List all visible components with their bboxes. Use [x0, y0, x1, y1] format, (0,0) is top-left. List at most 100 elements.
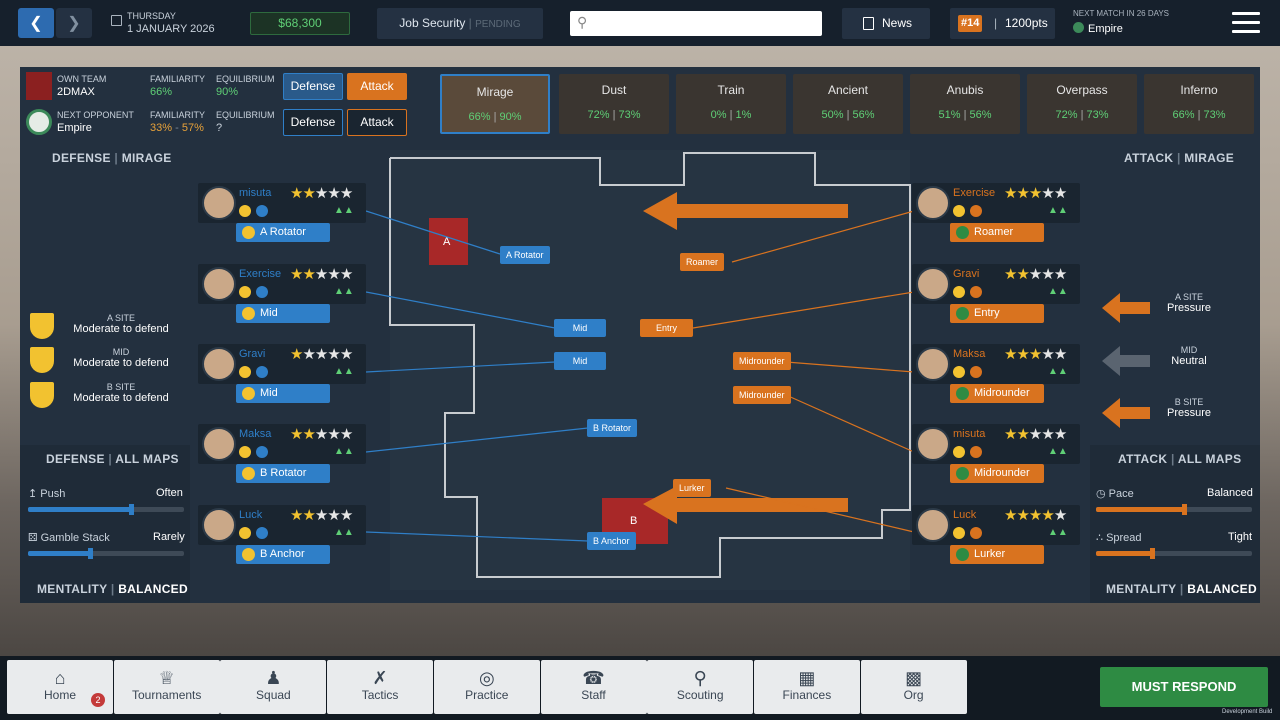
map-pin-midrounder-2[interactable]: Midrounder — [733, 386, 791, 404]
defense-player-card[interactable]: Luck ★★★★★ ▲▲ — [198, 505, 366, 545]
player-name[interactable]: misuta — [239, 187, 271, 199]
defense-role-selector[interactable]: B Anchor — [236, 545, 330, 564]
player-name[interactable]: Luck — [239, 509, 262, 521]
site-label: MID — [112, 347, 130, 357]
trait-icon — [953, 446, 965, 458]
trait-icon — [970, 446, 982, 458]
attack-role-selector[interactable]: Midrounder — [950, 384, 1044, 403]
defense-role-selector[interactable]: Mid — [236, 304, 330, 323]
attack-player-card[interactable]: misuta ★★★★★ ▲▲ — [912, 424, 1080, 464]
map-pin-a-rotator[interactable]: A Rotator — [500, 246, 550, 264]
defense-role-selector[interactable]: B Rotator — [236, 464, 330, 483]
player-avatar — [916, 508, 950, 542]
attack-player-card[interactable]: Gravi ★★★★★ ▲▲ — [912, 264, 1080, 304]
player-name[interactable]: misuta — [953, 428, 985, 440]
site-value: Moderate to defend — [73, 323, 169, 335]
attack-role-selector[interactable]: Entry — [950, 304, 1044, 323]
player-name[interactable]: Exercise — [239, 268, 281, 280]
spread-slider[interactable] — [1096, 548, 1252, 559]
thumbs-up-icon: ▲▲ — [1048, 286, 1068, 297]
defense-all-maps-title: DEFENSE | ALL MAPS — [46, 452, 179, 466]
attack-player-card[interactable]: Luck ★★★★★ ▲▲ — [912, 505, 1080, 545]
trait-icon — [970, 527, 982, 539]
attack-player-card[interactable]: Maksa ★★★★★ ▲▲ — [912, 344, 1080, 384]
nav-practice[interactable]: ◎ Practice — [433, 660, 540, 714]
rating-stars: ★★★★★ — [290, 185, 353, 202]
defense-role-selector[interactable]: Mid — [236, 384, 330, 403]
spread-setting: ∴ Spread — [1096, 531, 1142, 544]
defense-role-selector[interactable]: A Rotator — [236, 223, 330, 242]
push-value: Often — [156, 487, 183, 499]
thumbs-up-icon: ▲▲ — [1048, 205, 1068, 216]
player-name[interactable]: Exercise — [953, 187, 995, 199]
role-icon — [956, 467, 969, 480]
nav-label: Scouting — [676, 688, 724, 702]
nav-scouting[interactable]: ⚲ Scouting — [647, 660, 754, 714]
attack-role-selector[interactable]: Midrounder — [950, 464, 1044, 483]
spread-icon: ∴ — [1096, 532, 1103, 544]
player-avatar — [916, 186, 950, 220]
defense-player-card[interactable]: Gravi ★★★★★ ▲▲ — [198, 344, 366, 384]
pace-slider[interactable] — [1096, 504, 1252, 515]
pace-setting: ◷ Pace — [1096, 487, 1134, 500]
role-icon — [956, 548, 969, 561]
map-pin-b-rotator[interactable]: B Rotator — [587, 419, 638, 437]
trait-icon — [256, 286, 268, 298]
attack-mentality[interactable]: MENTALITY | BALANCED — [1106, 582, 1257, 596]
map-pin-b-anchor[interactable]: B Anchor — [587, 532, 636, 550]
map-pin-roamer[interactable]: Roamer — [680, 253, 725, 271]
trait-icon — [970, 205, 982, 217]
player-avatar — [202, 427, 236, 461]
nav-tournaments[interactable]: ♕ Tournaments — [113, 660, 220, 714]
thumbs-up-icon: ▲▲ — [1048, 446, 1068, 457]
site-value: Pressure — [1166, 407, 1212, 419]
nav-org[interactable]: ▩ Org — [860, 660, 967, 714]
player-name[interactable]: Maksa — [239, 428, 271, 440]
money-icon: ▦ — [798, 668, 816, 688]
map-pin-midrounder-1[interactable]: Midrounder — [733, 352, 791, 370]
map-overlay — [365, 150, 915, 590]
defense-player-card[interactable]: Exercise ★★★★★ ▲▲ — [198, 264, 366, 304]
attack-role-selector[interactable]: Lurker — [950, 545, 1044, 564]
player-avatar — [916, 347, 950, 381]
defense-mentality-value: BALANCED — [118, 582, 188, 596]
defense-player-card[interactable]: Maksa ★★★★★ ▲▲ — [198, 424, 366, 464]
pace-label: Pace — [1108, 488, 1134, 500]
map-pin-mid-1[interactable]: Mid — [554, 319, 606, 337]
role-icon — [956, 307, 969, 320]
map-pin-mid-2[interactable]: Mid — [554, 352, 606, 370]
player-name[interactable]: Gravi — [239, 348, 265, 360]
attack-player-card[interactable]: Exercise ★★★★★ ▲▲ — [912, 183, 1080, 223]
map-pin-entry[interactable]: Entry — [640, 319, 693, 337]
nav-staff[interactable]: ☎ Staff — [540, 660, 647, 714]
attack-role-selector[interactable]: Roamer — [950, 223, 1044, 242]
whistle-icon: ☎ — [582, 668, 605, 688]
must-respond-button[interactable]: MUST RESPOND — [1100, 667, 1268, 707]
defense-mentality[interactable]: MENTALITY | BALANCED — [37, 582, 188, 596]
nav-finances[interactable]: ▦ Finances — [753, 660, 860, 714]
pace-value: Balanced — [1207, 487, 1253, 499]
trait-icon — [953, 205, 965, 217]
attack-site-strength: MID Neutral — [1156, 345, 1222, 367]
role-icon — [242, 226, 255, 239]
nav-tactics[interactable]: ✗ Tactics — [327, 660, 434, 714]
player-name[interactable]: Maksa — [953, 348, 985, 360]
role-label: Mid — [260, 307, 278, 319]
rating-stars: ★★★★★ — [1004, 507, 1067, 524]
nav-squad[interactable]: ♟ Squad — [220, 660, 327, 714]
push-slider[interactable] — [28, 504, 184, 515]
thumbs-up-icon: ▲▲ — [334, 446, 354, 457]
role-icon — [242, 307, 255, 320]
player-name[interactable]: Luck — [953, 509, 976, 521]
trophy-icon: ♕ — [158, 668, 175, 688]
site-value: Moderate to defend — [73, 357, 169, 369]
rating-stars: ★★★★★ — [1004, 346, 1067, 363]
defense-player-card[interactable]: misuta ★★★★★ ▲▲ — [198, 183, 366, 223]
player-name[interactable]: Gravi — [953, 268, 979, 280]
trait-icon — [256, 446, 268, 458]
site-value: Moderate to defend — [73, 392, 169, 404]
defense-mentality-label: MENTALITY — [37, 582, 108, 596]
gamble-stack-slider[interactable] — [28, 548, 184, 559]
map-pin-lurker[interactable]: Lurker — [673, 479, 711, 497]
thumbs-up-icon: ▲▲ — [334, 205, 354, 216]
